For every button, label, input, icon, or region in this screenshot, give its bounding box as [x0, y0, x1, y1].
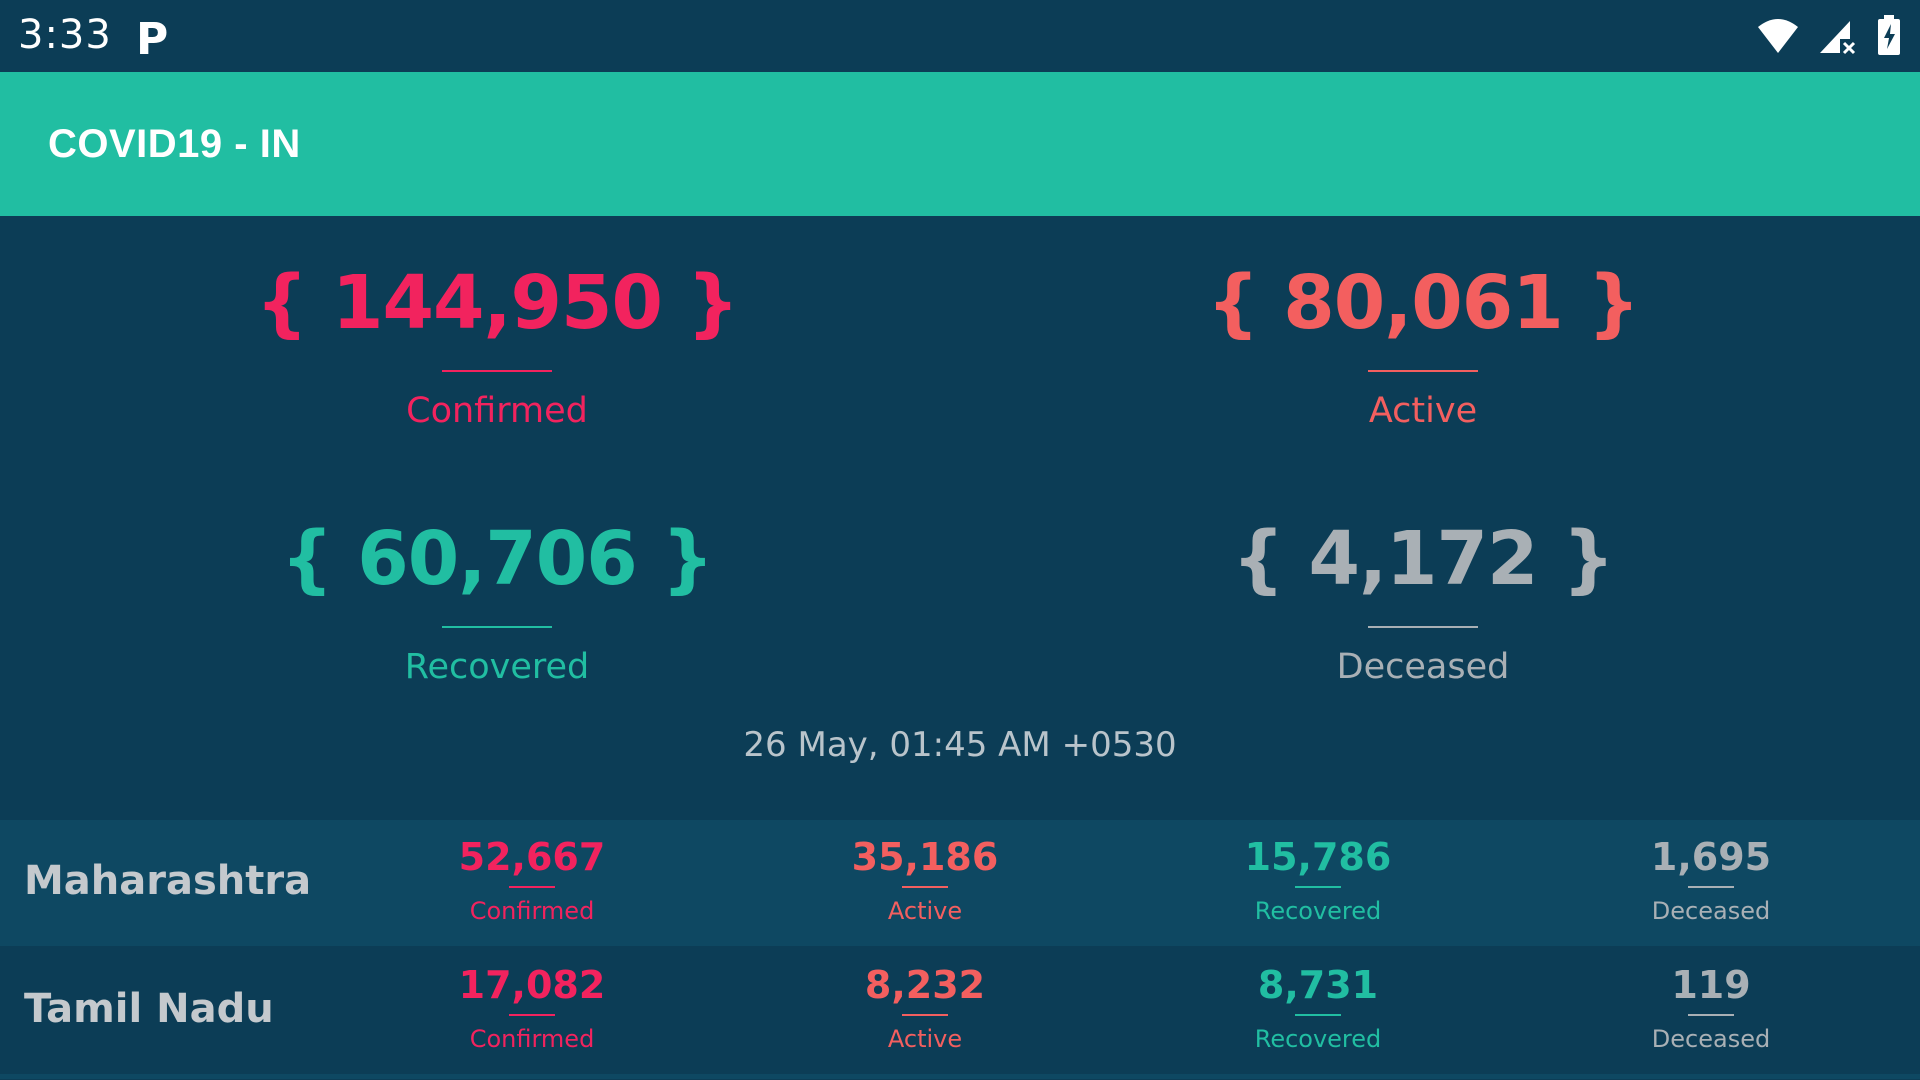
cellular-no-signal-icon	[1820, 21, 1856, 55]
state-active-label: Active	[887, 1025, 963, 1053]
active-divider	[1368, 370, 1478, 372]
active-label: Active	[1368, 391, 1478, 431]
state-recovered-divider	[1295, 886, 1341, 888]
state-active-cell: 35,186 Active	[775, 834, 1075, 926]
state-active-divider	[902, 1014, 948, 1016]
state-confirmed-value: 52,667	[458, 835, 606, 879]
state-deceased-divider	[1688, 1014, 1734, 1016]
confirmed-total: { 144,950 }	[255, 260, 740, 346]
state-recovered-value: 15,786	[1244, 835, 1392, 879]
status-time: 3:33	[18, 12, 112, 58]
deceased-divider	[1368, 626, 1478, 628]
state-name: Maharashtra	[24, 858, 312, 904]
state-active-label: Active	[887, 897, 963, 925]
app-title: COVID19 - IN	[48, 122, 301, 166]
state-active-value: 8,232	[864, 963, 986, 1007]
state-deceased-cell: 119 Deceased	[1561, 962, 1861, 1054]
app-bar: COVID19 - IN	[0, 72, 1920, 216]
confirmed-label: Confirmed	[406, 391, 588, 431]
state-confirmed-value: 17,082	[458, 963, 606, 1007]
deceased-label: Deceased	[1336, 647, 1510, 687]
state-confirmed-label: Confirmed	[469, 1025, 595, 1053]
state-deceased-value: 1,695	[1650, 835, 1772, 879]
battery-charging-icon	[1878, 15, 1900, 55]
state-deceased-cell: 1,695 Deceased	[1561, 834, 1861, 926]
state-confirmed-divider	[509, 1014, 555, 1016]
state-confirmed-cell: 52,667 Confirmed	[382, 834, 682, 926]
state-recovered-label: Recovered	[1254, 1025, 1382, 1053]
state-recovered-cell: 8,731 Recovered	[1168, 962, 1468, 1054]
state-recovered-cell: 15,786 Recovered	[1168, 834, 1468, 926]
state-confirmed-label: Confirmed	[469, 897, 595, 925]
state-row-maharashtra[interactable]: Maharashtra 52,667 Confirmed 35,186 Acti…	[0, 820, 1920, 946]
recovered-total: { 60,706 }	[280, 516, 714, 602]
status-icons	[1756, 14, 1902, 56]
recovered-summary: { 60,706 } Recovered	[147, 514, 847, 688]
confirmed-summary: { 144,950 } Confirmed	[147, 258, 847, 432]
state-deceased-value: 119	[1671, 963, 1751, 1007]
state-name: Tamil Nadu	[24, 986, 274, 1032]
confirmed-divider	[442, 370, 552, 372]
state-active-divider	[902, 886, 948, 888]
state-row-tamil-nadu[interactable]: Tamil Nadu 17,082 Confirmed 8,232 Active…	[0, 948, 1920, 1079]
state-deceased-label: Deceased	[1651, 1025, 1771, 1053]
recovered-label: Recovered	[404, 647, 590, 687]
parking-icon: P	[136, 14, 169, 65]
state-recovered-value: 8,731	[1257, 963, 1379, 1007]
active-summary: { 80,061 } Active	[1073, 258, 1773, 432]
deceased-total: { 4,172 }	[1232, 516, 1615, 602]
recovered-divider	[442, 626, 552, 628]
last-updated: 26 May, 01:45 AM +0530	[743, 725, 1177, 765]
state-active-cell: 8,232 Active	[775, 962, 1075, 1054]
state-active-value: 35,186	[851, 835, 999, 879]
state-recovered-label: Recovered	[1254, 897, 1382, 925]
state-confirmed-divider	[509, 886, 555, 888]
state-recovered-divider	[1295, 1014, 1341, 1016]
status-bar: 3:33 P	[0, 0, 1920, 72]
state-deceased-label: Deceased	[1651, 897, 1771, 925]
state-confirmed-cell: 17,082 Confirmed	[382, 962, 682, 1054]
state-deceased-divider	[1688, 886, 1734, 888]
wifi-icon	[1758, 19, 1798, 53]
deceased-summary: { 4,172 } Deceased	[1073, 514, 1773, 688]
active-total: { 80,061 }	[1206, 260, 1640, 346]
